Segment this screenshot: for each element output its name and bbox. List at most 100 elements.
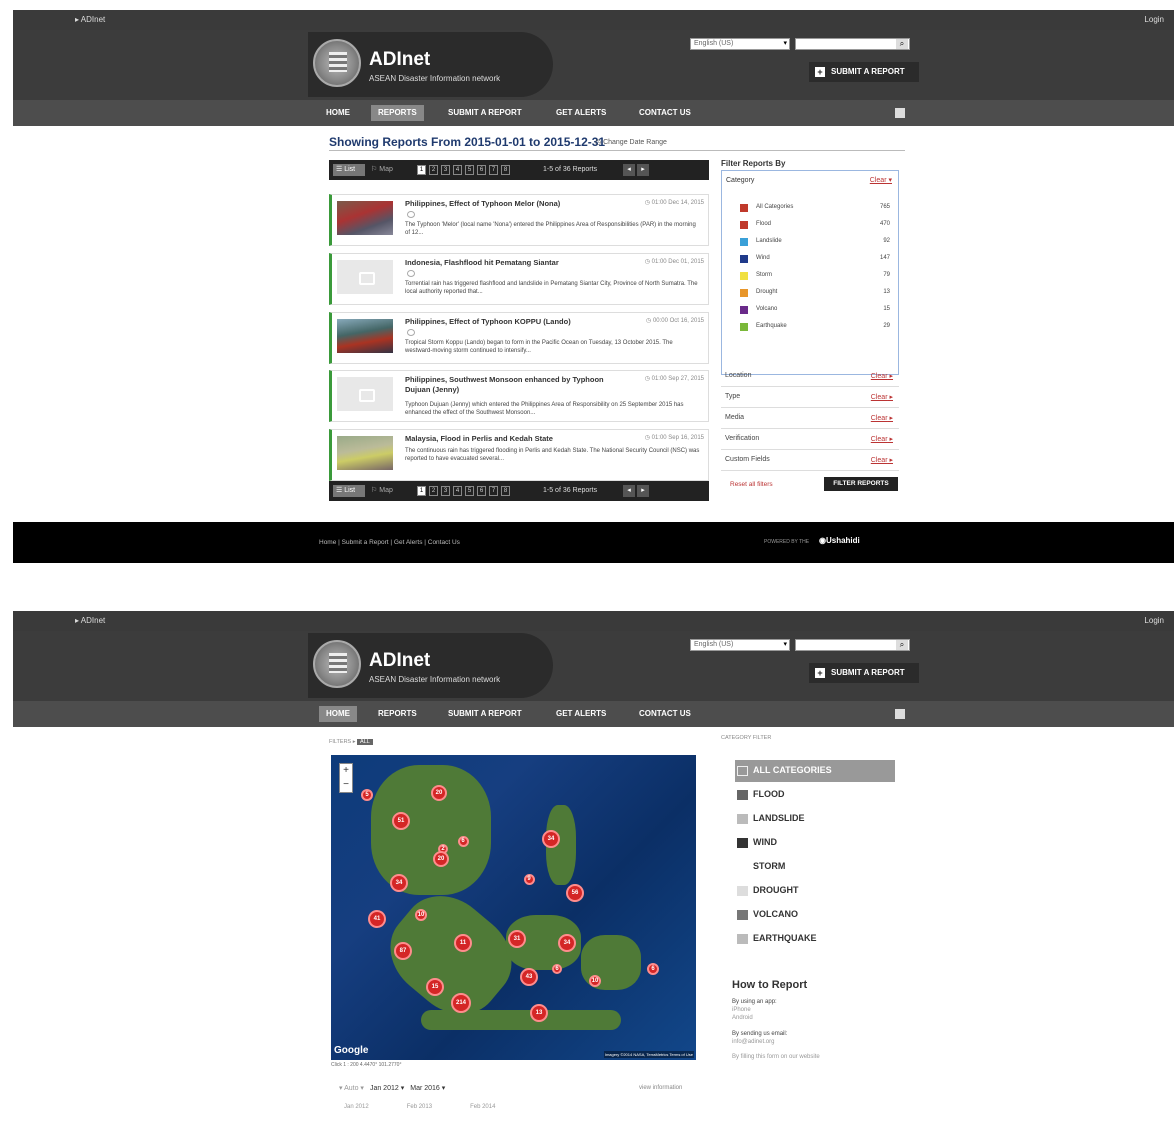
category-name[interactable]: Storm bbox=[756, 272, 772, 278]
tab-contact-us[interactable]: CONTACT US bbox=[632, 105, 698, 121]
tab-contact-us[interactable]: CONTACT US bbox=[632, 706, 698, 722]
clear-label[interactable]: Clear bbox=[871, 415, 888, 422]
tab-reports[interactable]: REPORTS bbox=[371, 105, 424, 121]
next-page-icon[interactable]: ▸ bbox=[637, 485, 649, 497]
breadcrumb-label[interactable]: ADInet bbox=[81, 616, 105, 625]
asean-logo[interactable] bbox=[313, 39, 361, 87]
list-view-button[interactable]: ☰ List bbox=[333, 485, 365, 497]
change-date-range-label[interactable]: Change Date Range bbox=[603, 139, 667, 146]
report-cluster-marker[interactable]: 9 bbox=[523, 873, 535, 885]
clear-facet-link[interactable]: Clear ▸ bbox=[871, 393, 893, 401]
report-title[interactable]: Philippines, Effect of Typhoon Melor (No… bbox=[405, 199, 620, 209]
report-thumbnail[interactable] bbox=[337, 436, 393, 470]
page-link[interactable]: 2 bbox=[429, 165, 438, 175]
report-cluster-marker[interactable]: 15 bbox=[426, 978, 444, 996]
email-link[interactable]: info@adinet.org bbox=[732, 1039, 774, 1045]
app-android-link[interactable]: Android bbox=[732, 1015, 753, 1021]
rss-icon[interactable] bbox=[895, 108, 905, 118]
facet-type[interactable]: Type Clear ▸ bbox=[721, 387, 899, 408]
category-name[interactable]: All Categories bbox=[756, 204, 793, 210]
brand-title[interactable]: ADInet bbox=[369, 650, 430, 672]
report-cluster-marker[interactable]: 10 bbox=[415, 909, 427, 921]
report-cluster-marker[interactable]: 214 bbox=[451, 993, 471, 1013]
view-info-link[interactable]: view information bbox=[639, 1085, 682, 1091]
report-cluster-marker[interactable]: 31 bbox=[508, 930, 526, 948]
report-title[interactable]: Philippines, Southwest Monsoon enhanced … bbox=[405, 375, 620, 395]
change-date-range-link[interactable]: ◷ Change Date Range bbox=[595, 138, 667, 146]
language-select[interactable]: English (US) bbox=[690, 639, 790, 651]
page-link[interactable]: 5 bbox=[465, 165, 474, 175]
category-item[interactable]: Drought 13 bbox=[740, 288, 890, 298]
page-link[interactable]: 1 bbox=[417, 165, 426, 175]
report-cluster-marker[interactable]: 6 bbox=[647, 963, 659, 975]
brand-title[interactable]: ADInet bbox=[369, 49, 430, 71]
report-cluster-marker[interactable]: 6 bbox=[552, 964, 562, 974]
to-select-label[interactable]: Mar 2016 bbox=[410, 1085, 440, 1092]
report-cluster-marker[interactable]: 34 bbox=[390, 874, 408, 892]
facet-name[interactable]: Custom Fields bbox=[725, 456, 770, 463]
tab-get-alerts[interactable]: GET ALERTS bbox=[549, 706, 613, 722]
report-cluster-marker[interactable]: 11 bbox=[454, 934, 472, 952]
page-link[interactable]: 4 bbox=[453, 165, 462, 175]
map-view-button[interactable]: ⚐ Map bbox=[371, 485, 393, 497]
rss-icon[interactable] bbox=[895, 709, 905, 719]
list-view-label[interactable]: List bbox=[344, 487, 355, 494]
report-item[interactable]: Philippines, Effect of Typhoon Melor (No… bbox=[329, 194, 709, 246]
clear-facet-link[interactable]: Clear ▸ bbox=[871, 414, 893, 422]
clear-label[interactable]: Clear bbox=[871, 436, 888, 443]
category-name[interactable]: Landslide bbox=[756, 238, 782, 244]
page-link[interactable]: 5 bbox=[465, 486, 474, 496]
report-item[interactable]: Philippines, Effect of Typhoon KOPPU (La… bbox=[329, 312, 709, 364]
zoom-control[interactable]: + − bbox=[339, 763, 353, 793]
category-name[interactable]: VOLCANO bbox=[753, 909, 798, 919]
facet-custom-fields[interactable]: Custom Fields Clear ▸ bbox=[721, 450, 899, 471]
submit-report-button[interactable]: + SUBMIT A REPORT bbox=[809, 62, 919, 82]
category-item[interactable]: Landslide 92 bbox=[740, 237, 890, 247]
clear-label[interactable]: Clear bbox=[870, 177, 887, 184]
page-link[interactable]: 6 bbox=[477, 486, 486, 496]
facet-location[interactable]: Location Clear ▸ bbox=[721, 366, 899, 387]
breadcrumb[interactable]: ▸ ADInet bbox=[75, 15, 105, 24]
category-label[interactable]: Category bbox=[726, 177, 754, 184]
category-earthquake[interactable]: EARTHQUAKE bbox=[735, 928, 895, 950]
report-thumbnail[interactable] bbox=[337, 201, 393, 235]
page-link[interactable]: 7 bbox=[489, 486, 498, 496]
from-select[interactable]: Jan 2012 ▾ bbox=[370, 1084, 404, 1092]
report-cluster-marker[interactable]: 34 bbox=[542, 830, 560, 848]
clear-label[interactable]: Clear bbox=[871, 394, 888, 401]
report-item[interactable]: Malaysia, Flood in Perlis and Kedah Stat… bbox=[329, 429, 709, 481]
facet-name[interactable]: Location bbox=[725, 372, 751, 379]
app-iphone-link[interactable]: iPhone bbox=[732, 1007, 751, 1013]
tab-get-alerts[interactable]: GET ALERTS bbox=[549, 105, 613, 121]
search-icon[interactable]: ⌕ bbox=[896, 640, 908, 650]
facet-verification[interactable]: Verification Clear ▸ bbox=[721, 429, 899, 450]
facet-media[interactable]: Media Clear ▸ bbox=[721, 408, 899, 429]
prev-page-icon[interactable]: ◂ bbox=[623, 164, 635, 176]
map-view-label[interactable]: Map bbox=[379, 487, 393, 494]
reset-filters-link[interactable]: Reset all filters bbox=[730, 481, 773, 488]
report-cluster-marker[interactable]: 87 bbox=[394, 942, 412, 960]
report-cluster-marker[interactable]: 5 bbox=[361, 789, 373, 801]
category-name[interactable]: Volcano bbox=[756, 306, 777, 312]
facet-name[interactable]: Type bbox=[725, 393, 740, 400]
filter-reports-button[interactable]: FILTER REPORTS bbox=[824, 477, 898, 491]
category-drought[interactable]: DROUGHT bbox=[735, 880, 895, 902]
category-storm[interactable]: STORM bbox=[735, 856, 895, 878]
facet-name[interactable]: Verification bbox=[725, 435, 759, 442]
breadcrumb[interactable]: ▸ ADInet bbox=[75, 616, 105, 625]
to-select[interactable]: Mar 2016 ▾ bbox=[410, 1084, 445, 1092]
search-input[interactable]: ⌕ bbox=[795, 38, 910, 50]
map-attribution[interactable]: Imagery ©2014 NASA, TerraMetrics Terms o… bbox=[603, 1051, 694, 1058]
category-name[interactable]: ALL CATEGORIES bbox=[753, 765, 832, 775]
submit-report-button[interactable]: + SUBMIT A REPORT bbox=[809, 663, 919, 683]
category-name[interactable]: Wind bbox=[756, 255, 770, 261]
page-link[interactable]: 7 bbox=[489, 165, 498, 175]
clear-facet-link[interactable]: Clear ▸ bbox=[871, 435, 893, 443]
report-title[interactable]: Malaysia, Flood in Perlis and Kedah Stat… bbox=[405, 434, 620, 444]
category-name[interactable]: Drought bbox=[756, 289, 777, 295]
list-view-button[interactable]: ☰ List bbox=[333, 164, 365, 176]
login-link[interactable]: Login bbox=[1144, 616, 1164, 625]
category-all[interactable]: ALL CATEGORIES bbox=[735, 760, 895, 782]
zoom-in-icon[interactable]: + bbox=[340, 764, 352, 778]
report-item[interactable]: Indonesia, Flashflood hit Pematang Siant… bbox=[329, 253, 709, 305]
